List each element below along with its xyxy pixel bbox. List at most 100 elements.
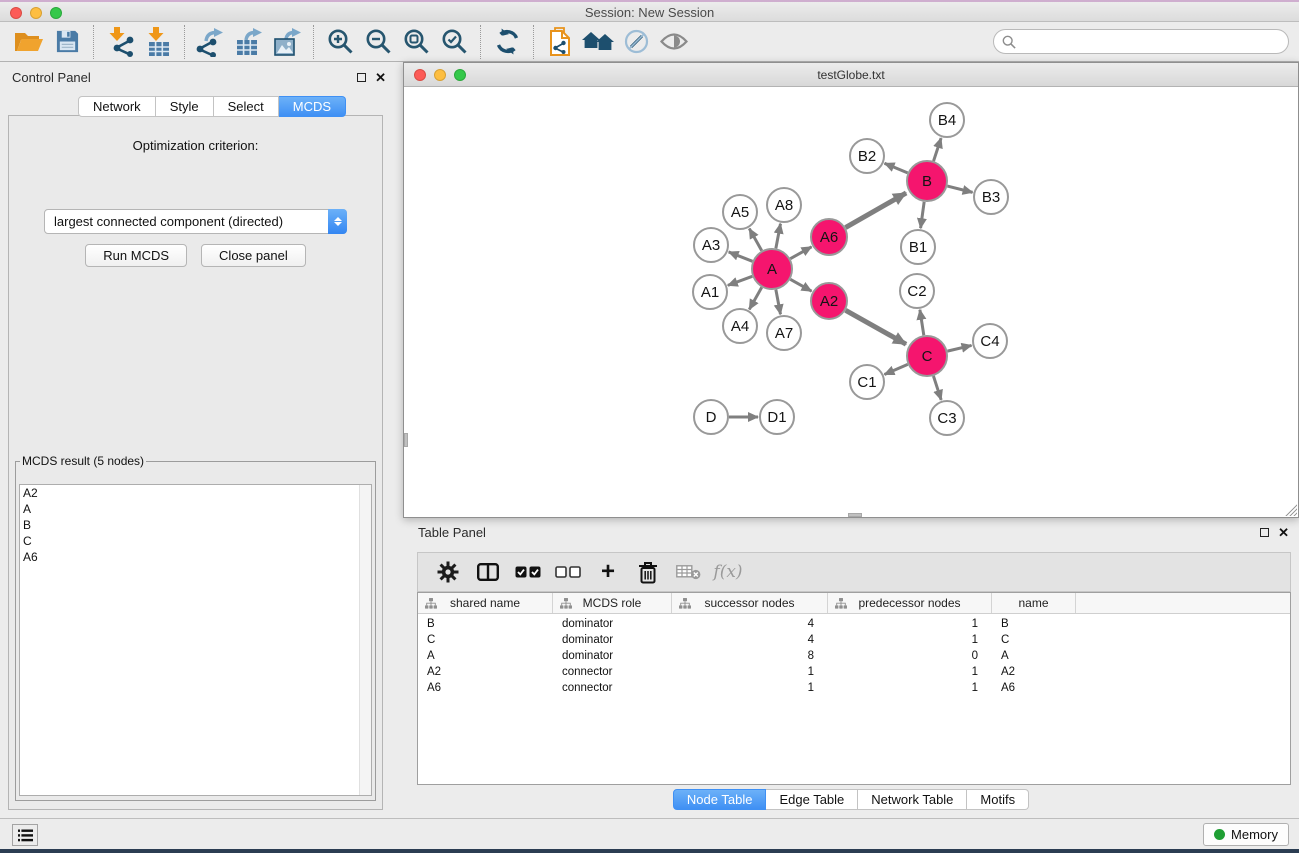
table-cell[interactable]: 4 bbox=[672, 634, 828, 646]
mcds-result-item[interactable]: A bbox=[20, 501, 371, 517]
table-row[interactable]: Adominator80A bbox=[418, 648, 1290, 664]
zoom-out-button[interactable] bbox=[359, 25, 397, 59]
zoom-fit-button[interactable] bbox=[397, 25, 435, 59]
window-resize-grip[interactable] bbox=[1284, 503, 1297, 516]
table-cell[interactable]: 1 bbox=[828, 666, 992, 678]
mcds-list-scrollbar[interactable] bbox=[359, 485, 371, 795]
table-row[interactable]: A6connector11A6 bbox=[418, 680, 1290, 696]
tab-select[interactable]: Select bbox=[214, 96, 279, 117]
network-node-D1[interactable]: D1 bbox=[760, 400, 794, 434]
network-node-C2[interactable]: C2 bbox=[900, 274, 934, 308]
network-node-C1[interactable]: C1 bbox=[850, 365, 884, 399]
network-edge[interactable] bbox=[776, 224, 781, 249]
table-cell[interactable]: connector bbox=[553, 682, 672, 694]
network-node-B[interactable]: B bbox=[907, 161, 947, 201]
create-column-button[interactable]: + bbox=[590, 555, 626, 589]
table-cell[interactable]: 1 bbox=[672, 666, 828, 678]
network-node-A4[interactable]: A4 bbox=[723, 309, 757, 343]
network-canvas[interactable]: AA6A2BCA5A8A3A1A4A7B2B4B3B1C2C4C1C3DD1 bbox=[404, 87, 1298, 517]
criterion-select[interactable]: largest connected component (directed) bbox=[44, 209, 347, 234]
network-node-B2[interactable]: B2 bbox=[850, 139, 884, 173]
network-node-A5[interactable]: A5 bbox=[723, 195, 757, 229]
tab-mcds[interactable]: MCDS bbox=[279, 96, 346, 117]
network-node-C3[interactable]: C3 bbox=[930, 401, 964, 435]
network-edge[interactable] bbox=[749, 287, 761, 309]
show-task-history-button[interactable] bbox=[12, 824, 38, 846]
column-header-shared-name[interactable]: shared name bbox=[418, 593, 553, 613]
table-cell[interactable]: connector bbox=[553, 666, 672, 678]
table-cell[interactable]: A bbox=[418, 650, 553, 662]
network-edge[interactable] bbox=[728, 276, 752, 285]
network-node-A8[interactable]: A8 bbox=[767, 188, 801, 222]
search-input[interactable] bbox=[993, 29, 1289, 54]
close-panel-button[interactable]: Close panel bbox=[201, 244, 306, 267]
export-table-button[interactable] bbox=[230, 25, 268, 59]
network-edge[interactable] bbox=[921, 202, 925, 228]
table-cell[interactable]: 1 bbox=[828, 618, 992, 630]
network-graph[interactable]: AA6A2BCA5A8A3A1A4A7B2B4B3B1C2C4C1C3DD1 bbox=[404, 87, 1298, 517]
network-node-C[interactable]: C bbox=[907, 336, 947, 376]
network-edge[interactable] bbox=[729, 252, 753, 261]
table-row[interactable]: Cdominator41C bbox=[418, 632, 1290, 648]
network-edge[interactable] bbox=[947, 345, 971, 351]
table-cell[interactable]: B bbox=[992, 618, 1076, 630]
network-edge[interactable] bbox=[885, 163, 908, 173]
column-header-predecessor-nodes[interactable]: predecessor nodes bbox=[828, 593, 992, 613]
network-vertical-scroll-thumb[interactable] bbox=[404, 433, 408, 447]
network-edge[interactable] bbox=[884, 364, 907, 374]
import-table-button[interactable] bbox=[139, 25, 177, 59]
network-node-A3[interactable]: A3 bbox=[694, 228, 728, 262]
select-all-button[interactable] bbox=[510, 555, 546, 589]
tab-edge-table[interactable]: Edge Table bbox=[766, 789, 858, 810]
network-horizontal-scroll-thumb[interactable] bbox=[848, 513, 862, 517]
table-cell[interactable]: dominator bbox=[553, 650, 672, 662]
network-window-titlebar[interactable]: testGlobe.txt bbox=[404, 63, 1298, 87]
save-session-button[interactable] bbox=[48, 25, 86, 59]
table-cell[interactable]: 8 bbox=[672, 650, 828, 662]
close-table-panel-icon[interactable]: ✕ bbox=[1278, 526, 1289, 539]
new-network-from-selection-button[interactable] bbox=[541, 25, 579, 59]
network-edge[interactable] bbox=[846, 310, 907, 344]
network-node-B3[interactable]: B3 bbox=[974, 180, 1008, 214]
table-cell[interactable]: 1 bbox=[828, 682, 992, 694]
table-row[interactable]: A2connector11A2 bbox=[418, 664, 1290, 680]
tab-node-table[interactable]: Node Table bbox=[673, 789, 767, 810]
float-table-panel-icon[interactable] bbox=[1260, 528, 1269, 537]
column-header-name[interactable]: name bbox=[992, 593, 1076, 613]
table-options-button[interactable] bbox=[430, 555, 466, 589]
network-node-A2[interactable]: A2 bbox=[811, 283, 847, 319]
table-cell[interactable]: 4 bbox=[672, 618, 828, 630]
deselect-all-button[interactable] bbox=[550, 555, 586, 589]
network-edge[interactable] bbox=[790, 247, 811, 259]
network-node-A7[interactable]: A7 bbox=[767, 316, 801, 350]
table-cell[interactable]: 1 bbox=[828, 634, 992, 646]
table-cell[interactable]: A bbox=[992, 650, 1076, 662]
run-mcds-button[interactable]: Run MCDS bbox=[85, 244, 187, 267]
delete-column-button[interactable] bbox=[630, 555, 666, 589]
network-node-C4[interactable]: C4 bbox=[973, 324, 1007, 358]
network-node-D[interactable]: D bbox=[694, 400, 728, 434]
apply-layout-button[interactable] bbox=[488, 25, 526, 59]
mcds-result-item[interactable]: A2 bbox=[20, 485, 371, 501]
tab-motifs[interactable]: Motifs bbox=[967, 789, 1029, 810]
import-network-button[interactable] bbox=[101, 25, 139, 59]
zoom-in-button[interactable] bbox=[321, 25, 359, 59]
memory-button[interactable]: Memory bbox=[1203, 823, 1289, 846]
zoom-selected-button[interactable] bbox=[435, 25, 473, 59]
column-header-successor-nodes[interactable]: successor nodes bbox=[672, 593, 828, 613]
tab-network[interactable]: Network bbox=[78, 96, 156, 117]
table-cell[interactable]: A2 bbox=[418, 666, 553, 678]
mcds-result-item[interactable]: A6 bbox=[20, 549, 371, 565]
tab-style[interactable]: Style bbox=[156, 96, 214, 117]
table-cell[interactable]: dominator bbox=[553, 618, 672, 630]
export-network-button[interactable] bbox=[192, 25, 230, 59]
home-button[interactable] bbox=[579, 25, 617, 59]
network-node-A1[interactable]: A1 bbox=[693, 275, 727, 309]
show-details-button[interactable] bbox=[655, 25, 693, 59]
table-cell[interactable]: B bbox=[418, 618, 553, 630]
mcds-result-item[interactable]: B bbox=[20, 517, 371, 533]
network-edge[interactable] bbox=[947, 186, 972, 192]
table-cell[interactable]: dominator bbox=[553, 634, 672, 646]
table-row[interactable]: Bdominator41B bbox=[418, 616, 1290, 632]
function-builder-button[interactable]: f(x) bbox=[710, 555, 746, 589]
